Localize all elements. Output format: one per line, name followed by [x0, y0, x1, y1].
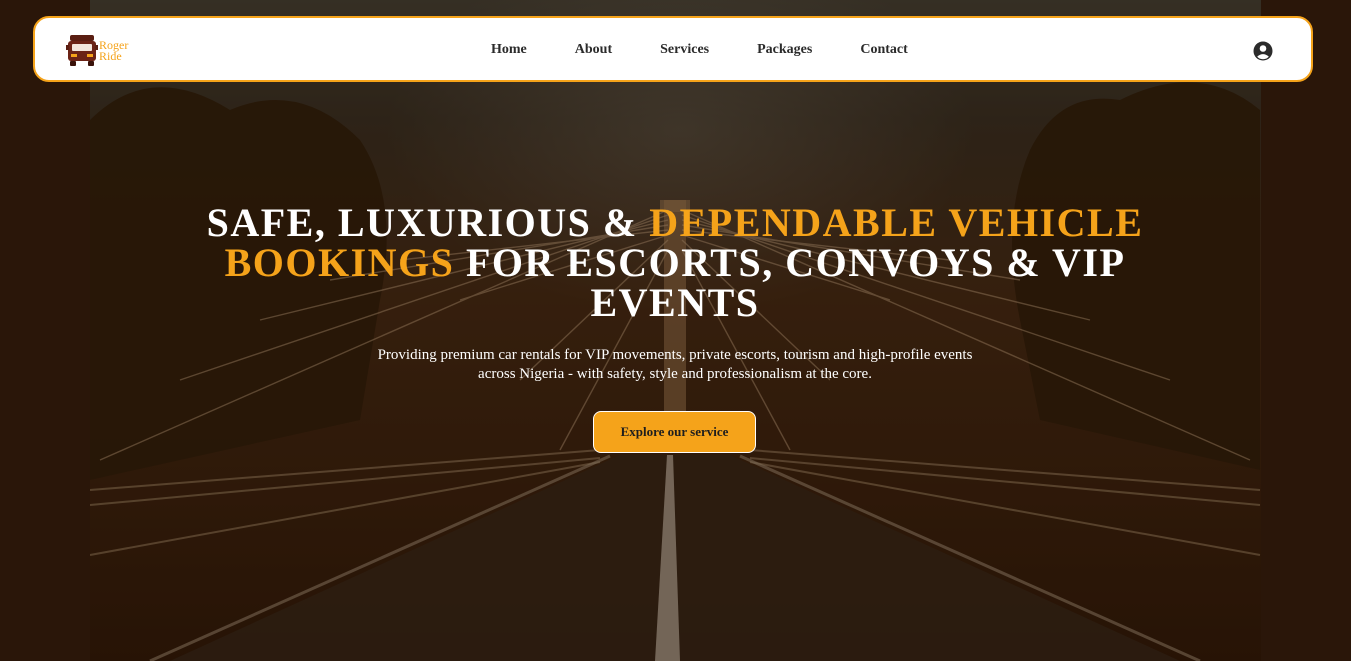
explore-service-button[interactable]: Explore our service — [593, 411, 756, 453]
user-circle-icon[interactable] — [1253, 41, 1273, 61]
nav-about-link[interactable]: About — [575, 42, 612, 58]
left-edge-shade — [0, 0, 90, 661]
nav-links: Home About Services Packages Contact — [491, 42, 956, 58]
hero-title: SAFE, LUXURIOUS & DEPENDABLE VEHICLE BOO… — [200, 203, 1150, 323]
nav-services-link[interactable]: Services — [660, 42, 709, 58]
hero-title-part1: SAFE, LUXURIOUS & — [206, 200, 650, 245]
navbar: Roger Ride Home About Services Packages … — [33, 16, 1313, 82]
page: Roger Ride Home About Services Packages … — [0, 0, 1351, 661]
nav-packages-link[interactable]: Packages — [757, 42, 812, 58]
logo[interactable]: Roger Ride — [66, 33, 128, 67]
brand-name-line2: Ride — [99, 49, 122, 63]
brand-name: Roger Ride — [99, 39, 128, 63]
truck-icon — [66, 35, 98, 66]
hero-subtitle: Providing premium car rentals for VIP mo… — [377, 347, 973, 382]
background-overlay — [0, 0, 1351, 661]
nav-home-link[interactable]: Home — [491, 42, 527, 58]
right-edge-shade — [1261, 0, 1351, 661]
hero-title-part2: FOR ESCORTS, CONVOYS & VIP EVENTS — [454, 240, 1126, 325]
nav-contact-link[interactable]: Contact — [860, 42, 907, 58]
